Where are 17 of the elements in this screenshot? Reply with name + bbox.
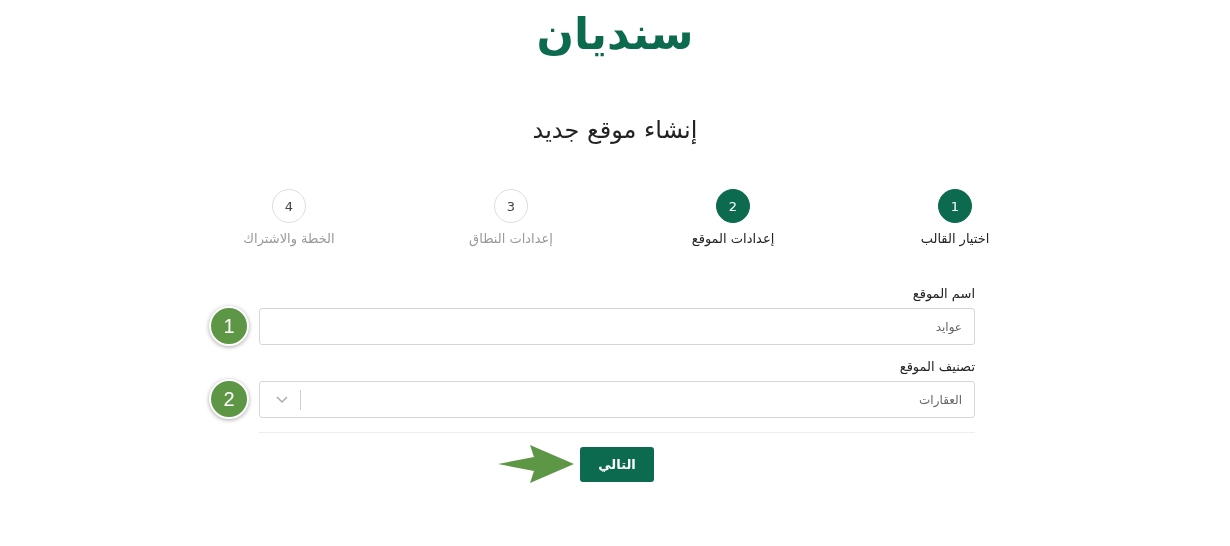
field-label: اسم الموقع [911, 286, 975, 301]
step-marker: 1 [209, 306, 249, 346]
site-name-field[interactable]: عوايد [259, 308, 975, 345]
step-label: اختيار القالب [920, 231, 990, 246]
step-label: الخطة والاشتراك [243, 231, 335, 246]
step-label: إعدادات الموقع [691, 231, 775, 246]
category-dropdown[interactable]: العقارات [259, 381, 975, 418]
step-label: إعدادات النطاق [469, 231, 553, 246]
next-button[interactable]: التالي [580, 447, 654, 482]
chevron-down-icon [276, 395, 288, 404]
field-label: تصنيف الموقع [898, 359, 975, 374]
logo: سنديان [536, 7, 694, 61]
step-number: 2 [716, 189, 750, 223]
step-marker: 2 [209, 379, 249, 419]
step-number: 1 [938, 189, 972, 223]
arrow-icon [498, 445, 574, 483]
page-title: إنشاء موقع جديد [532, 115, 698, 146]
